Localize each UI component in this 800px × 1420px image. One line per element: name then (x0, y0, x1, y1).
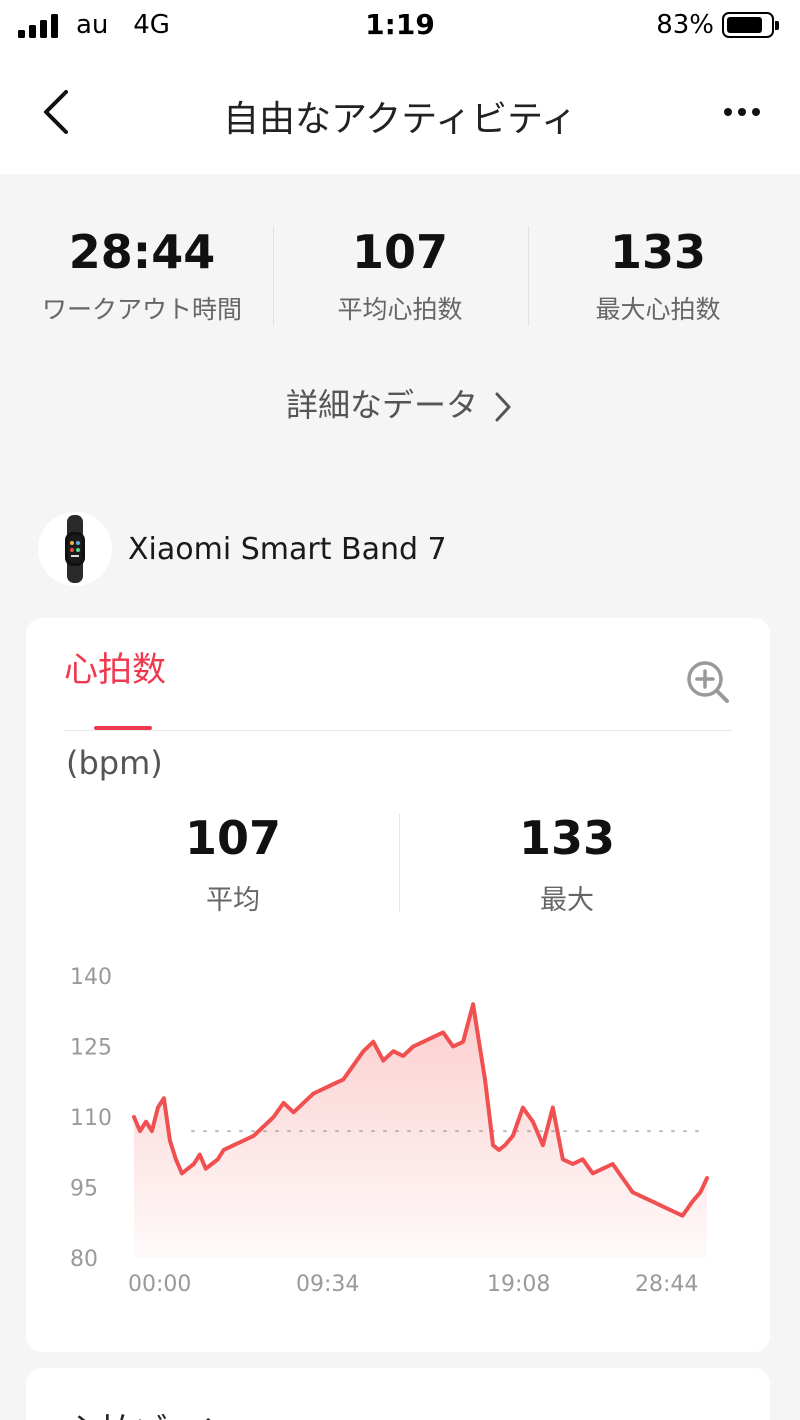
page-title: 自由なアクティビティ (223, 99, 577, 140)
device-name: Xiaomi Smart Band 7 (128, 532, 447, 567)
heart-rate-card: 心拍数 (bpm) 107 平均 133 最大 140 125 110 95 80 00… (26, 618, 770, 1352)
chevron-right-icon (495, 392, 511, 422)
stat-value: 107 (351, 225, 449, 279)
stat-value: 28:44 (68, 225, 216, 279)
detailed-data-link[interactable]: 詳細なデータ (0, 380, 800, 426)
more-options-button[interactable] (716, 92, 772, 132)
workout-duration-stat: 28:44 ワークアウト時間 (9, 224, 275, 326)
stat-label: 最大心拍数 (595, 295, 721, 324)
y-tick-label: 140 (70, 965, 112, 990)
x-tick-label: 00:00 (128, 1272, 191, 1297)
y-tick-label: 95 (70, 1177, 98, 1202)
stat-value: 133 (609, 225, 707, 279)
stat-label: ワークアウト時間 (41, 295, 242, 324)
x-tick-label: 09:34 (296, 1272, 359, 1297)
navigation-bar: 自由なアクティビティ (0, 52, 800, 174)
average-heart-rate-stat: 107 平均心拍数 (267, 224, 533, 326)
battery-percentage: 83% (656, 10, 714, 40)
heart-rate-chart[interactable]: 140 125 110 95 80 00:00 09:34 19:08 28:44 (26, 618, 770, 1352)
device-avatar (38, 512, 112, 586)
smart-band-icon (65, 515, 85, 583)
y-tick-label: 80 (70, 1247, 98, 1272)
status-bar: au 4G 1:19 83% (0, 0, 800, 52)
y-tick-label: 125 (70, 1036, 112, 1061)
max-heart-rate-stat: 133 最大心拍数 (525, 224, 791, 326)
device-row[interactable]: Xiaomi Smart Band 7 (38, 512, 778, 588)
x-tick-label: 28:44 (635, 1272, 698, 1297)
workout-summary: 28:44 ワークアウト時間 107 平均心拍数 133 最大心拍数 詳細なデー… (0, 174, 800, 474)
more-horizontal-icon (724, 108, 760, 116)
heart-rate-zone-card: 心拍ゾーン (26, 1368, 770, 1420)
x-tick-label: 19:08 (487, 1272, 550, 1297)
y-tick-label: 110 (70, 1106, 112, 1131)
detailed-data-label: 詳細なデータ (285, 386, 478, 424)
battery-icon (722, 12, 779, 38)
zone-card-title: 心拍ゾーン (66, 1404, 234, 1420)
stat-label: 平均心拍数 (337, 295, 463, 324)
